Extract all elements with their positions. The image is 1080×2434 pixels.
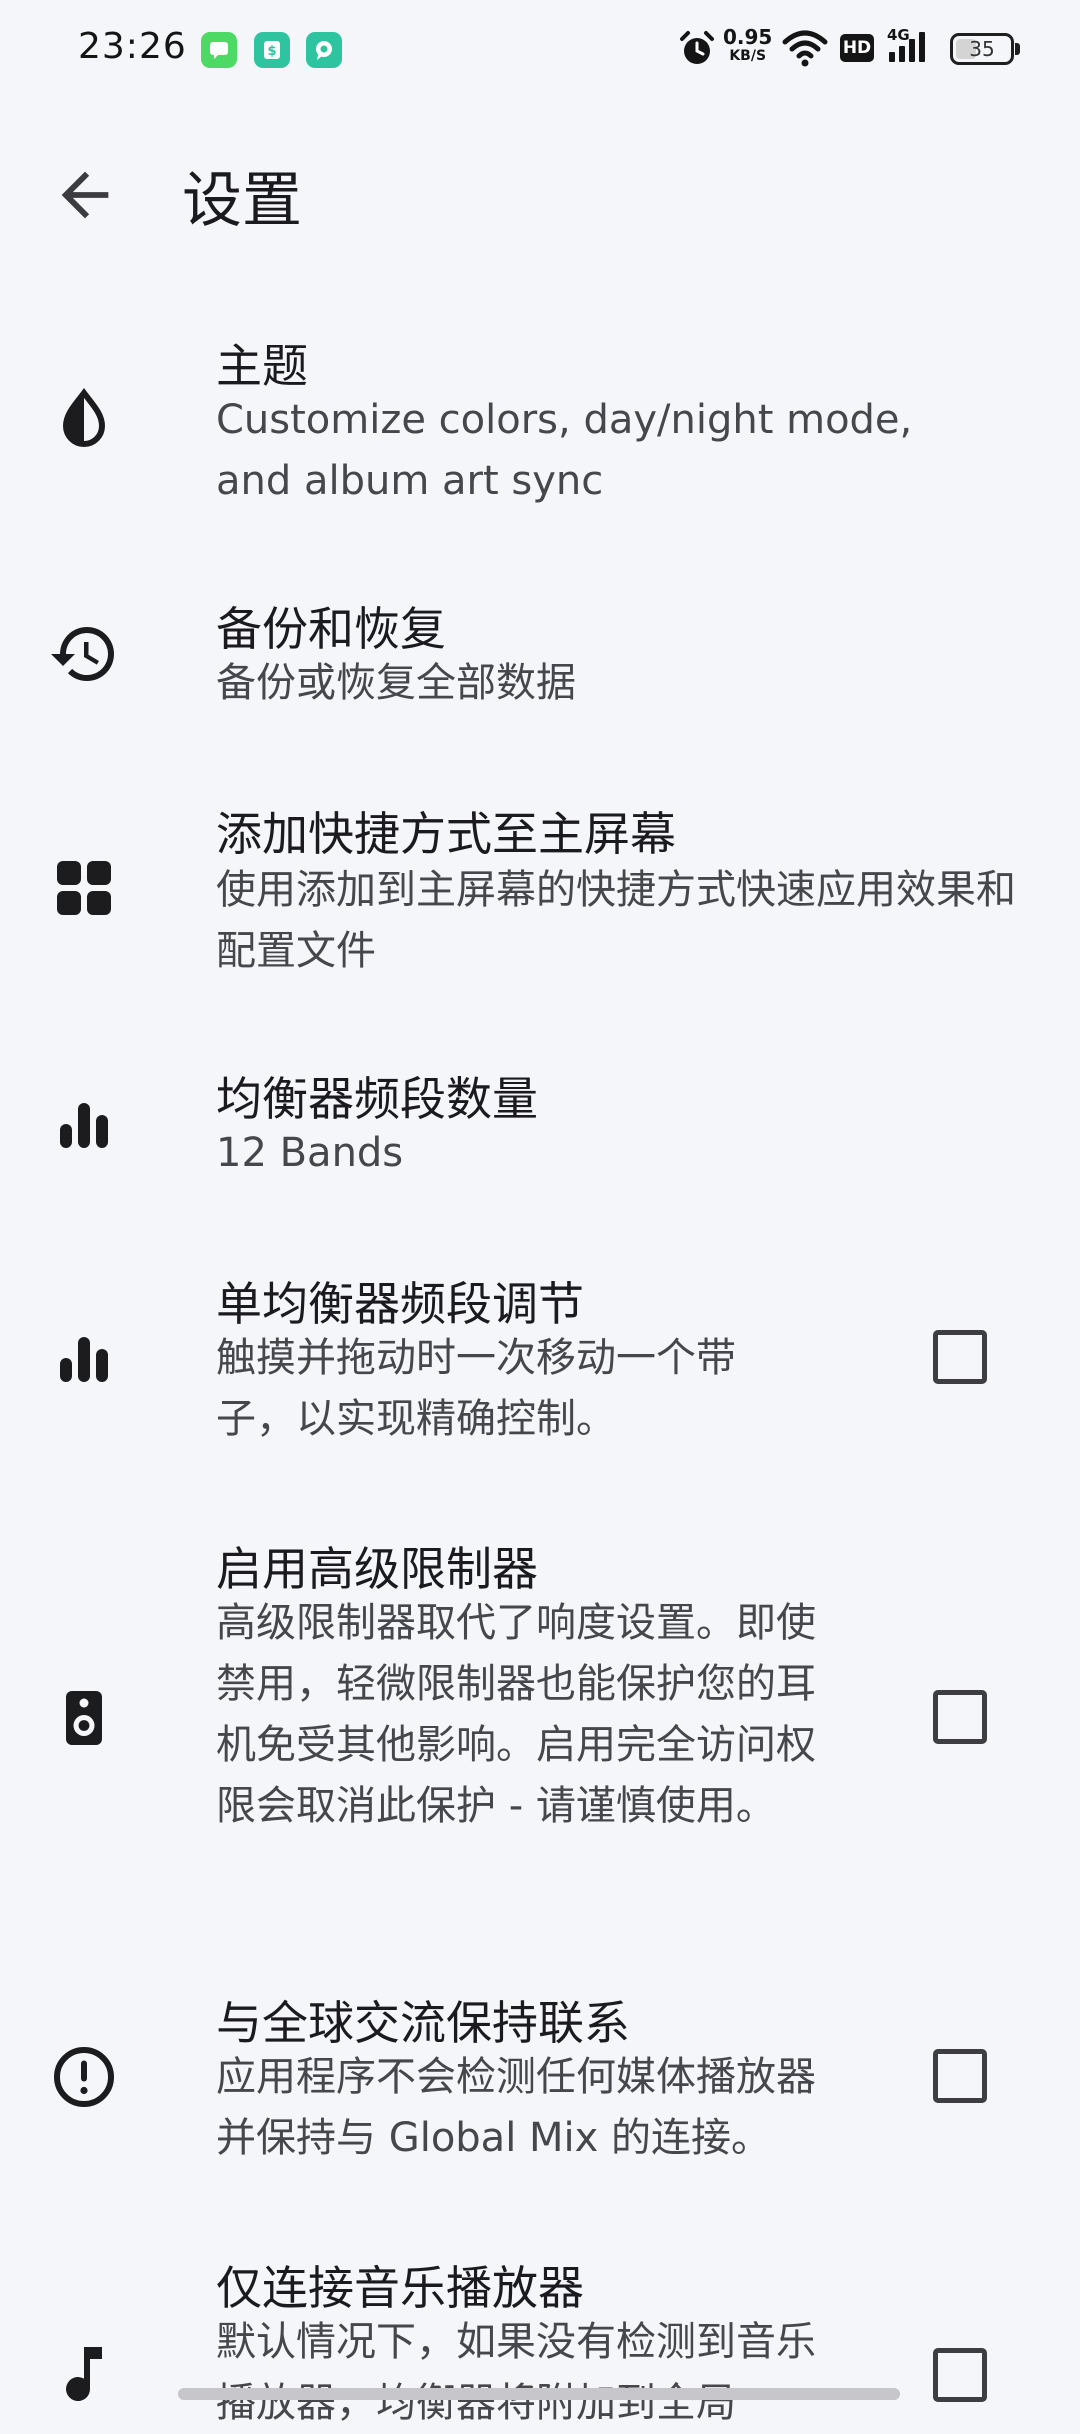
setting-summary: Customize colors, day/night mode, and al… xyxy=(216,397,913,504)
wifi-icon xyxy=(782,30,828,67)
messages-app-icon xyxy=(201,32,237,68)
home-indicator[interactable] xyxy=(178,2388,900,2400)
checkbox[interactable] xyxy=(933,1330,987,1384)
cellular-signal-icon: 4G xyxy=(887,26,937,70)
alarm-icon xyxy=(680,31,714,64)
setting-label: 单均衡器频段调节 xyxy=(216,1277,584,1331)
hd-badge: HD xyxy=(840,34,874,62)
checkbox[interactable] xyxy=(933,1690,987,1744)
network-speed-unit: KB/S xyxy=(729,48,767,64)
chat-app-icon xyxy=(306,32,342,68)
setting-label: 添加快捷方式至主屏幕 xyxy=(216,807,676,861)
battery-icon: 35 xyxy=(950,33,1014,65)
battery-tip xyxy=(1015,43,1020,55)
music-note-icon xyxy=(48,2338,120,2410)
page-title: 设置 xyxy=(182,166,302,236)
setting-label: 备份和恢复 xyxy=(216,602,446,656)
status-bar: 23:26 $ 0.95 KB/S HD 4G 35 xyxy=(0,0,1080,100)
status-time: 23:26 xyxy=(78,26,187,67)
money-app-icon: $ xyxy=(254,32,290,68)
setting-summary: 12 Bands xyxy=(216,1130,404,1176)
network-speed-value: 0.95 xyxy=(723,25,773,49)
setting-summary: 备份或恢复全部数据 xyxy=(216,660,576,706)
setting-label: 主题 xyxy=(216,339,308,393)
contrast-drop-icon xyxy=(48,384,120,456)
network-speed: 0.95 KB/S xyxy=(723,25,773,66)
setting-label: 均衡器频段数量 xyxy=(216,1072,538,1126)
speaker-icon xyxy=(48,1682,120,1754)
restore-history-icon xyxy=(48,618,120,690)
setting-label: 仅连接音乐播放器 xyxy=(216,2261,584,2315)
back-button[interactable] xyxy=(50,160,120,230)
network-type-label: 4G xyxy=(887,26,910,44)
grid-widgets-icon xyxy=(48,852,120,924)
battery-level: 35 xyxy=(969,37,995,61)
svg-text:$: $ xyxy=(267,44,276,59)
checkbox[interactable] xyxy=(933,2348,987,2402)
setting-label: 启用高级限制器 xyxy=(216,1542,538,1596)
setting-summary: 高级限制器取代了响度设置。即使禁用，轻微限制器也能保护您的耳机免受其他影响。启用… xyxy=(216,1600,816,1829)
setting-summary: 触摸并拖动时一次移动一个带子，以实现精确控制。 xyxy=(216,1335,736,1442)
arrow-back-icon xyxy=(61,171,109,219)
setting-summary: 默认情况下，如果没有检测到音乐播放器，均衡器将附加到全局 xyxy=(216,2319,816,2426)
setting-summary: 使用添加到主屏幕的快捷方式快速应用效果和配置文件 xyxy=(216,867,1016,974)
equalizer-bars-icon xyxy=(48,1088,120,1160)
alert-circle-icon xyxy=(48,2041,120,2113)
setting-label: 与全球交流保持联系 xyxy=(216,1996,630,2050)
setting-summary: 应用程序不会检测任何媒体播放器并保持与 Global Mix 的连接。 xyxy=(216,2054,816,2161)
checkbox[interactable] xyxy=(933,2049,987,2103)
equalizer-bars-icon xyxy=(48,1322,120,1394)
